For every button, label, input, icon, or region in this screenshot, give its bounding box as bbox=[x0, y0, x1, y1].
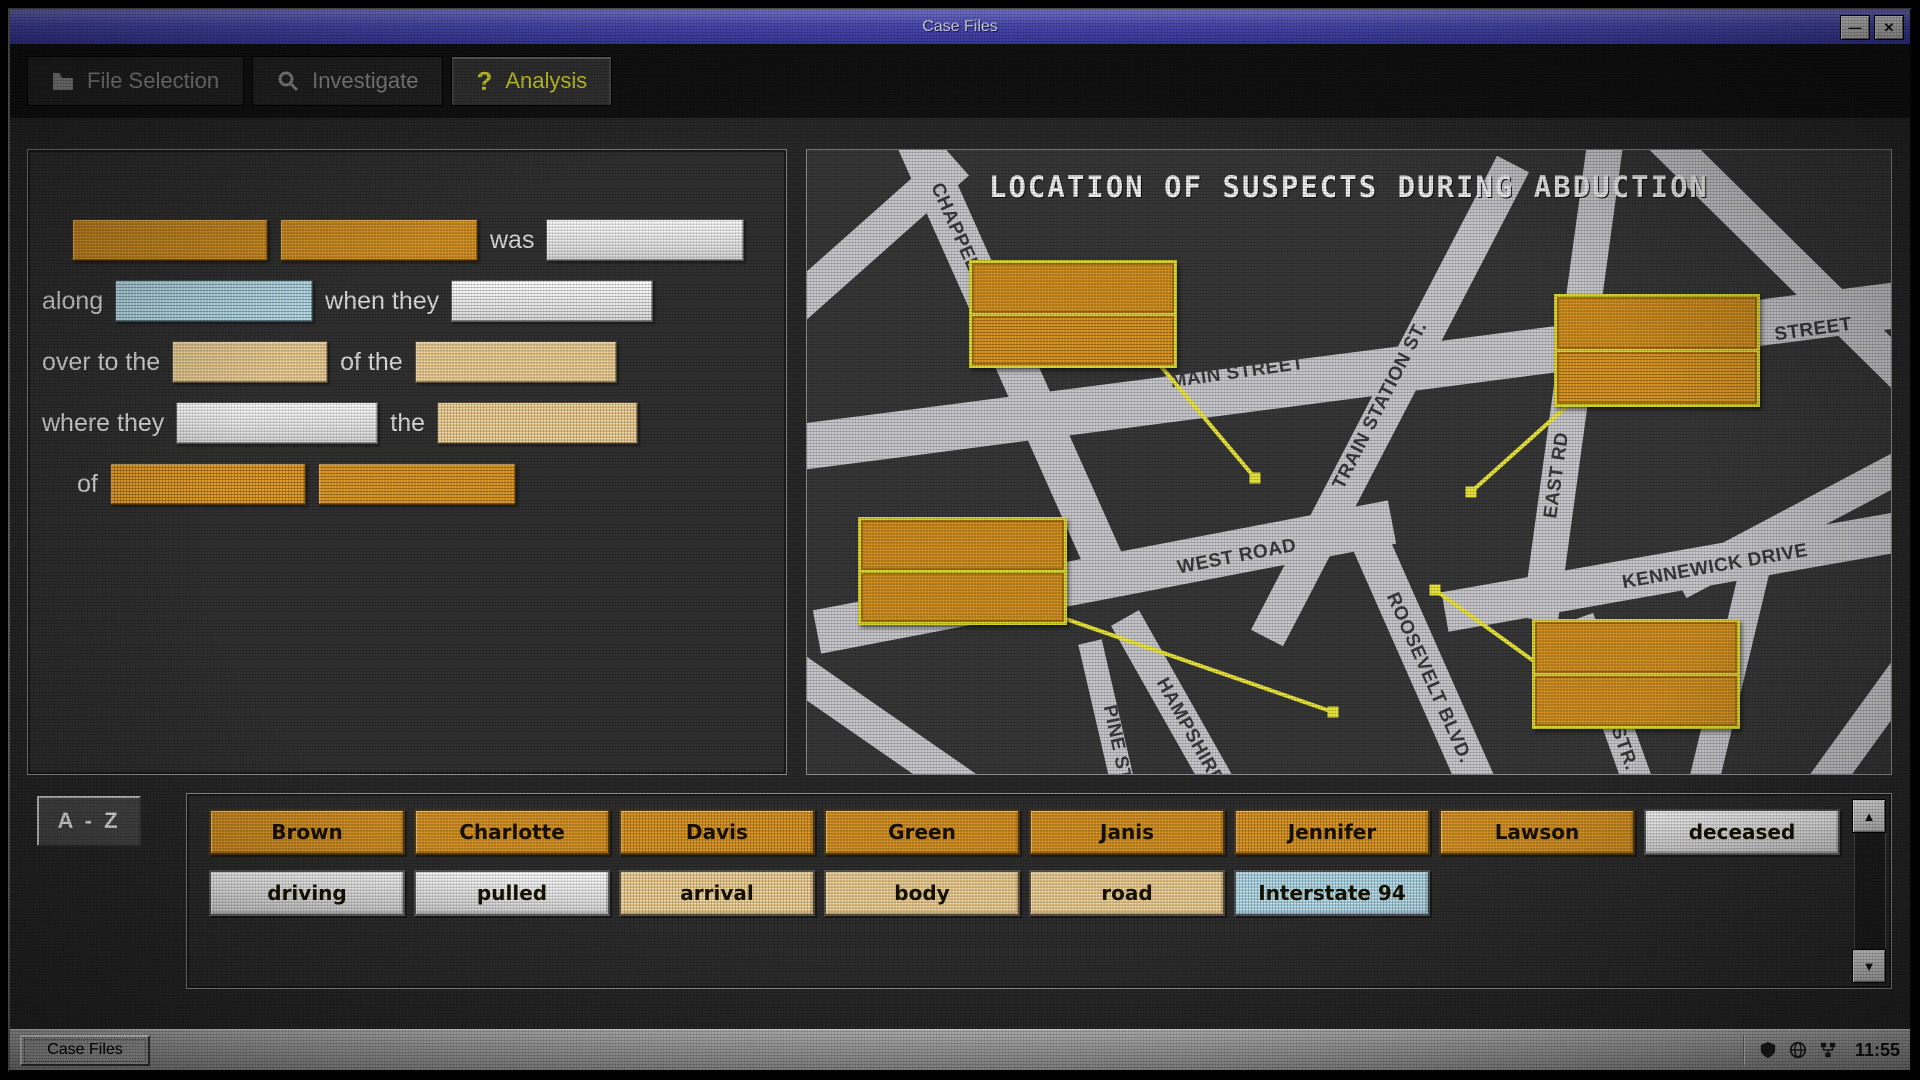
minimize-button[interactable]: — bbox=[1840, 15, 1870, 40]
word-tile[interactable]: driving bbox=[209, 870, 405, 916]
map-answer-slot[interactable] bbox=[1535, 676, 1737, 727]
map-answer-slot[interactable] bbox=[861, 520, 1064, 570]
word-tile[interactable]: road bbox=[1029, 870, 1225, 916]
shield-icon[interactable] bbox=[1759, 1041, 1777, 1059]
map-title: LOCATION OF SUSPECTS DURING ABDUCTION bbox=[807, 170, 1891, 204]
word-slot-name[interactable] bbox=[110, 463, 306, 505]
word-slot-noun[interactable] bbox=[437, 402, 638, 444]
tab-analysis[interactable]: ? Analysis bbox=[451, 56, 612, 106]
map-answer-slot[interactable] bbox=[861, 573, 1064, 623]
word-slot-verb[interactable] bbox=[176, 402, 378, 444]
word-bank-panel: Brown Charlotte Davis Green Janis Jennif… bbox=[186, 793, 1892, 989]
sentence-text: of the bbox=[340, 348, 403, 377]
word-slot-verb[interactable] bbox=[451, 280, 653, 322]
deduction-sentence-panel: was along when they over to the of the w… bbox=[27, 149, 787, 775]
word-slot-name[interactable] bbox=[280, 219, 478, 261]
word-row: Brown Charlotte Davis Green Janis Jennif… bbox=[209, 809, 1840, 855]
window-controls: — ✕ bbox=[1840, 15, 1904, 40]
word-tile[interactable]: arrival bbox=[619, 870, 815, 916]
word-tile[interactable]: Janis bbox=[1029, 809, 1225, 855]
map-answer-slot[interactable] bbox=[972, 263, 1174, 313]
clock: 11:55 bbox=[1855, 1040, 1900, 1061]
word-row: driving pulled arrival body road Interst… bbox=[209, 870, 1430, 916]
system-tray: 11:55 bbox=[1743, 1035, 1900, 1065]
scrollbar-track[interactable] bbox=[1854, 831, 1886, 951]
map-answer-box-2 bbox=[1554, 294, 1760, 407]
network-icon[interactable] bbox=[1819, 1041, 1837, 1059]
word-tile[interactable]: body bbox=[824, 870, 1020, 916]
sentence-line: where they the bbox=[42, 402, 786, 444]
map-answer-slot[interactable] bbox=[1557, 352, 1757, 404]
titlebar: Case Files — ✕ bbox=[10, 10, 1910, 44]
sentence-text: when they bbox=[325, 287, 439, 316]
sentence-text: the bbox=[390, 409, 425, 438]
word-tile[interactable]: deceased bbox=[1644, 809, 1840, 855]
sentence-line: was bbox=[72, 219, 786, 261]
tab-label: Analysis bbox=[505, 68, 587, 94]
taskbar: Case Files 11:55 bbox=[10, 1029, 1910, 1070]
tab-bar: File Selection Investigate ? Analysis bbox=[10, 44, 1910, 118]
word-tile[interactable]: Davis bbox=[619, 809, 815, 855]
sentence-text: along bbox=[42, 287, 103, 316]
word-tile[interactable]: Green bbox=[824, 809, 1020, 855]
word-tile[interactable]: Jennifer bbox=[1234, 809, 1430, 855]
word-slot-name[interactable] bbox=[318, 463, 516, 505]
scroll-down-button[interactable]: ▼ bbox=[1852, 949, 1886, 983]
word-slot-noun[interactable] bbox=[172, 341, 328, 383]
sentence-text: of bbox=[77, 470, 98, 499]
map-answer-box-4 bbox=[1532, 619, 1740, 729]
map-answer-box-1 bbox=[969, 260, 1177, 368]
map-answer-slot[interactable] bbox=[1557, 297, 1757, 349]
sentence-line: of bbox=[77, 463, 786, 505]
folder-icon bbox=[52, 72, 74, 90]
word-tile[interactable]: Interstate 94 bbox=[1234, 870, 1430, 916]
globe-icon[interactable] bbox=[1789, 1041, 1807, 1059]
sentence-text: over to the bbox=[42, 348, 160, 377]
word-slot-name[interactable] bbox=[72, 219, 268, 261]
tab-label: File Selection bbox=[87, 68, 219, 94]
tab-file-selection[interactable]: File Selection bbox=[27, 56, 244, 106]
close-button[interactable]: ✕ bbox=[1874, 15, 1904, 40]
map-answer-slot[interactable] bbox=[972, 316, 1174, 366]
map-panel: CHAPPEL ST. MAIN STREET STREET TRAIN STA… bbox=[806, 149, 1892, 775]
map-answer-box-3 bbox=[858, 517, 1067, 625]
word-slot-place[interactable] bbox=[115, 280, 313, 322]
map-answer-slot[interactable] bbox=[1535, 622, 1737, 673]
word-tile[interactable]: pulled bbox=[414, 870, 610, 916]
magnifier-icon bbox=[277, 70, 299, 92]
word-tile[interactable]: Charlotte bbox=[414, 809, 610, 855]
word-slot-verb[interactable] bbox=[546, 219, 744, 261]
sentence-line: over to the of the bbox=[42, 341, 786, 383]
question-icon: ? bbox=[476, 66, 492, 97]
window-title: Case Files bbox=[922, 18, 998, 36]
word-tile[interactable]: Lawson bbox=[1439, 809, 1635, 855]
tab-label: Investigate bbox=[312, 68, 418, 94]
word-tile[interactable]: Brown bbox=[209, 809, 405, 855]
case-files-taskbar-button[interactable]: Case Files bbox=[20, 1035, 150, 1066]
sentence-line: along when they bbox=[42, 280, 786, 322]
scroll-up-button[interactable]: ▲ bbox=[1852, 799, 1886, 833]
word-slot-noun[interactable] bbox=[415, 341, 617, 383]
sentence-text: where they bbox=[42, 409, 164, 438]
tab-investigate[interactable]: Investigate bbox=[252, 56, 443, 106]
sort-az-button[interactable]: A - Z bbox=[37, 796, 141, 846]
sentence-text: was bbox=[490, 226, 534, 255]
